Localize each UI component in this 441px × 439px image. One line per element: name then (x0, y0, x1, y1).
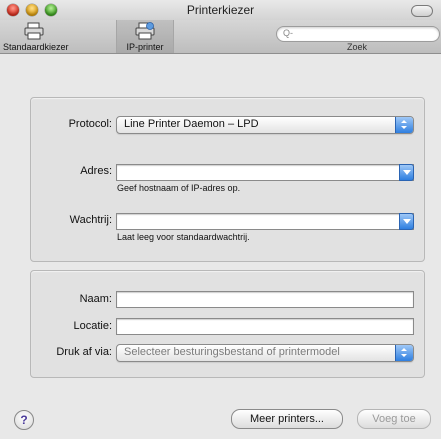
protocol-popup[interactable]: Line Printer Daemon – LPD (116, 116, 414, 134)
printer-browser-window: Printerkiezer Standaardkiezer IP-printer… (0, 0, 441, 439)
location-field[interactable] (116, 318, 414, 335)
print-via-label: Druk af via: (56, 346, 112, 358)
name-field[interactable] (116, 291, 414, 308)
chevron-down-icon[interactable] (399, 164, 414, 181)
protocol-label: Protocol: (68, 118, 112, 130)
more-printers-button[interactable]: Meer printers... (231, 409, 343, 429)
address-field[interactable] (116, 164, 414, 181)
default-browser-button[interactable]: Standaardkiezer (3, 20, 69, 53)
search-icon: Q- (283, 28, 293, 38)
address-label: Adres: (80, 165, 112, 177)
queue-hint: Laat leeg voor standaardwachtrij. (117, 232, 250, 242)
print-via-value: Selecteer besturingsbestand of printermo… (124, 346, 340, 358)
print-via-popup[interactable]: Selecteer besturingsbestand of printermo… (116, 344, 414, 362)
title-bar: Printerkiezer (0, 0, 441, 20)
default-browser-label: Standaardkiezer (3, 42, 69, 52)
help-icon: ? (20, 413, 28, 427)
toolbar-toggle-button[interactable] (411, 5, 433, 17)
window-title: Printerkiezer (186, 3, 255, 17)
name-label: Naam: (79, 293, 112, 305)
address-hint: Geef hostnaam of IP-adres op. (117, 183, 241, 193)
queue-field[interactable] (116, 213, 414, 230)
ip-printer-icon (135, 22, 155, 40)
toolbar: Standaardkiezer IP-printer Q- Zoek (0, 20, 441, 54)
location-label: Locatie: (73, 320, 112, 332)
printer-icon (24, 22, 44, 40)
protocol-value: Line Printer Daemon – LPD (124, 118, 259, 130)
add-button[interactable]: Voeg toe (357, 409, 431, 429)
stepper-icon (395, 345, 413, 361)
stepper-icon (395, 117, 413, 133)
ip-printer-label: IP-printer (126, 42, 164, 52)
search-input[interactable]: Q- (276, 26, 440, 42)
help-button[interactable]: ? (14, 410, 34, 430)
queue-label: Wachtrij: (69, 214, 112, 226)
search-label: Zoek (346, 42, 367, 52)
chevron-down-icon[interactable] (399, 213, 414, 230)
ip-printer-button[interactable]: IP-printer (116, 20, 174, 53)
